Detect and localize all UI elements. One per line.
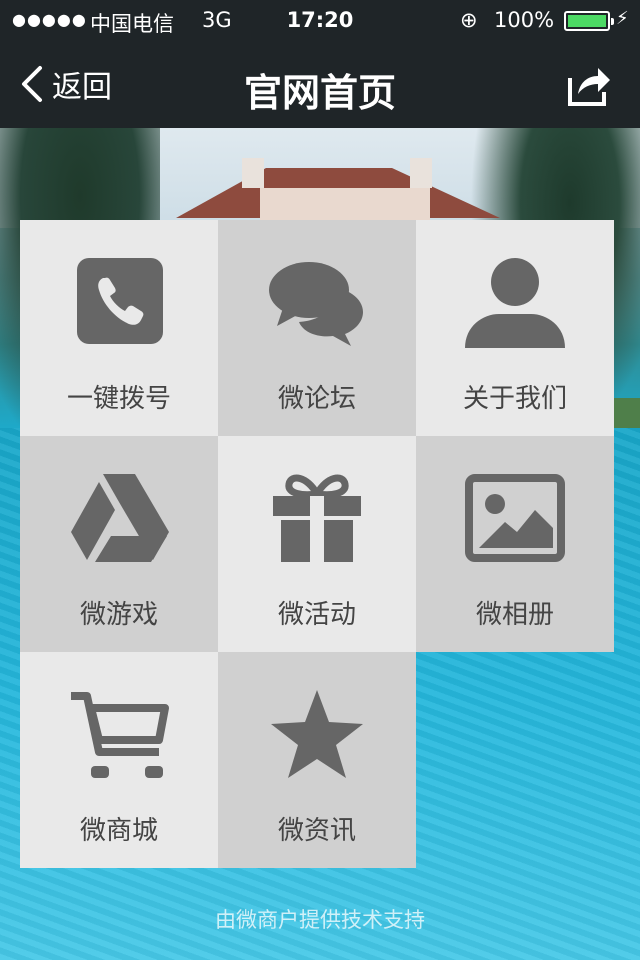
tile-micro-mall[interactable]: 微商城: [20, 652, 218, 868]
tile-label: 微论坛: [277, 384, 356, 414]
menu-grid: 一键拨号 微论坛 关于我们 微游戏 微活动 微相册 微商城 微资讯: [20, 220, 614, 868]
status-bar: ●●●●● 中国电信 3G 17:20 ⊕ 100% ⚡: [0, 0, 640, 40]
navigation-bar: 返回 官网首页: [0, 40, 640, 128]
empty-cell: [416, 652, 614, 868]
tile-label: 微资讯: [277, 816, 356, 846]
battery-percentage: 100%: [494, 8, 555, 32]
share-icon: [568, 68, 610, 106]
footer-credit: 由微商户提供技术支持: [215, 908, 425, 932]
tile-one-key-dial[interactable]: 一键拨号: [20, 220, 218, 436]
chimney: [242, 158, 264, 188]
rotation-lock-icon: ⊕: [460, 8, 478, 32]
share-button[interactable]: [566, 62, 612, 108]
tile-label: 微活动: [277, 600, 356, 630]
drive-triangle-icon: [69, 472, 169, 564]
star-icon: [267, 688, 367, 780]
tile-label: 微相册: [475, 600, 554, 630]
tile-label: 关于我们: [462, 384, 567, 414]
tile-label: 微商城: [79, 816, 158, 846]
cart-icon: [69, 688, 169, 780]
tile-micro-events[interactable]: 微活动: [218, 436, 416, 652]
tile-micro-forum[interactable]: 微论坛: [218, 220, 416, 436]
charging-icon: ⚡: [616, 8, 629, 29]
person-icon: [465, 256, 565, 348]
gift-icon: [267, 472, 367, 564]
back-button[interactable]: 返回: [18, 62, 112, 106]
tile-label: 微游戏: [79, 600, 158, 630]
back-label: 返回: [52, 70, 112, 105]
battery-icon: [564, 11, 614, 31]
image-icon: [465, 472, 565, 564]
tile-micro-news[interactable]: 微资讯: [218, 652, 416, 868]
chimney: [410, 158, 432, 188]
battery-level: [568, 15, 606, 27]
chat-bubbles-icon: [267, 256, 367, 348]
phone-icon: [69, 256, 169, 348]
tile-about-us[interactable]: 关于我们: [416, 220, 614, 436]
tile-label: 一键拨号: [66, 384, 171, 414]
chevron-left-icon: [22, 66, 42, 102]
tile-micro-album[interactable]: 微相册: [416, 436, 614, 652]
tile-micro-games[interactable]: 微游戏: [20, 436, 218, 652]
